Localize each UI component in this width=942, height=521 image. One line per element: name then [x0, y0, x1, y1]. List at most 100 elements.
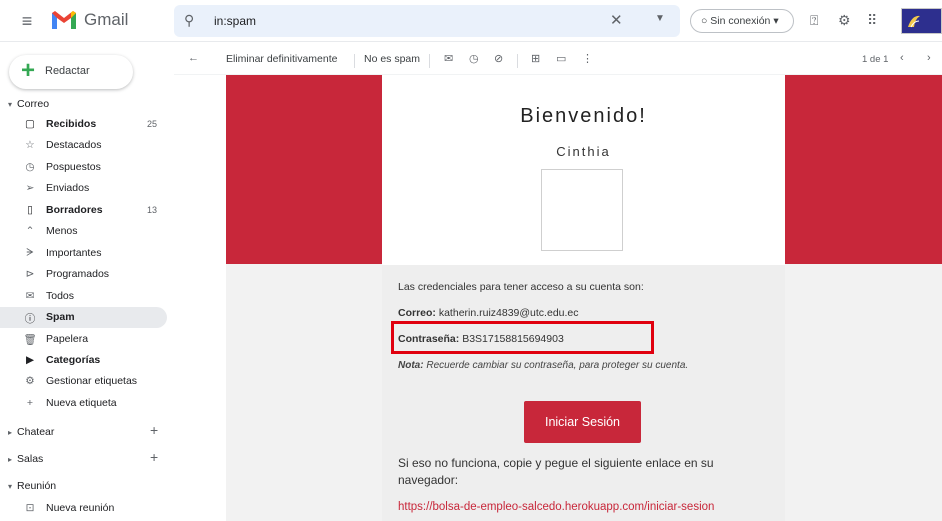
- sidebar-item-label: Importantes: [46, 247, 102, 259]
- sidebar-item-borradores[interactable]: ▯ Borradores 13: [0, 200, 167, 221]
- sidebar-item-label: Enviados: [46, 182, 90, 194]
- gear-icon: ⚙: [25, 375, 35, 387]
- rooms-section-header[interactable]: ▸ Salas: [8, 453, 43, 465]
- prev-page-icon[interactable]: ‹: [900, 52, 904, 64]
- next-page-icon[interactable]: ›: [927, 52, 931, 64]
- sidebar-item-papelera[interactable]: 🗑 Papelera: [0, 329, 167, 350]
- expand-arrow-icon: ▸: [8, 428, 13, 437]
- login-button[interactable]: Iniciar Sesión: [524, 401, 641, 443]
- sidebar-item-label: Spam: [46, 311, 75, 323]
- login-link[interactable]: https://bolsa-de-empleo-salcedo.herokuap…: [398, 501, 714, 513]
- sidebar-item-label: Categorías: [46, 354, 101, 366]
- sidebar-item-enviados[interactable]: ➢ Enviados: [0, 178, 167, 199]
- mark-unread-icon[interactable]: ✉: [444, 52, 453, 65]
- welcome-heading: Bienvenido!: [520, 105, 647, 127]
- spam-icon: ⓘ: [24, 313, 36, 325]
- add-room-icon[interactable]: +: [150, 449, 158, 465]
- sidebar-item-label: Recibidos: [46, 118, 97, 130]
- top-bar: ≡ Gmail ⚲ in:spam ✕ ▼ ○ Sin conexión ▾ ⍰…: [0, 0, 942, 42]
- sidebar-item-todos[interactable]: ✉ Todos: [0, 286, 167, 307]
- sidebar-item-recibidos[interactable]: ▢ Recibidos 25: [0, 114, 167, 135]
- expand-arrow-icon: ▸: [8, 455, 13, 464]
- header-band-right: [785, 75, 942, 264]
- sidebar-item-label: Gestionar etiquetas: [46, 375, 138, 387]
- email-credential-line: Correo: katherin.ruiz4839@utc.edu.ec: [398, 307, 579, 319]
- sidebar-item-importantes[interactable]: ᗒ Importantes: [0, 243, 167, 264]
- search-options-icon[interactable]: ▼: [655, 13, 665, 24]
- sidebar-item-spam[interactable]: ⓘ Spam: [0, 307, 167, 328]
- sidebar-item-destacados[interactable]: ☆ Destacados: [0, 135, 167, 156]
- email-label: Correo:: [398, 307, 436, 319]
- settings-gear-icon[interactable]: ⚙: [838, 12, 851, 29]
- note-label: Nota:: [398, 360, 424, 371]
- important-icon: ᗒ: [26, 247, 34, 259]
- apps-grid-icon[interactable]: ⠿: [867, 12, 877, 29]
- send-icon: ➢: [25, 182, 35, 194]
- note-text: Recuerde cambiar su contraseña, para pro…: [426, 360, 689, 371]
- move-to-icon[interactable]: ⊞: [531, 52, 540, 65]
- collapse-arrow-icon: ▾: [8, 100, 13, 109]
- add-task-icon[interactable]: ⊘: [494, 52, 503, 65]
- sidebar-item-programados[interactable]: ⊳ Programados: [0, 264, 167, 285]
- label-icon: ▶: [25, 354, 35, 366]
- help-icon[interactable]: ⍰: [810, 12, 818, 29]
- app-name[interactable]: Gmail: [84, 10, 128, 30]
- main-menu-icon[interactable]: ≡: [18, 12, 36, 30]
- mail-section-label: Correo: [17, 98, 50, 110]
- search-input[interactable]: in:spam: [214, 14, 256, 28]
- message-toolbar: ← Eliminar definitivamente No es spam ✉ …: [174, 45, 942, 75]
- gmail-logo-icon[interactable]: [51, 10, 77, 30]
- meet-section-header[interactable]: ▾ Reunión: [8, 480, 56, 492]
- sidebar-item-gestionar-etiquetas[interactable]: ⚙ Gestionar etiquetas: [0, 371, 167, 392]
- chevron-down-icon: ▾: [773, 15, 779, 27]
- video-icon: ⊡: [25, 502, 35, 514]
- label-icon[interactable]: ▭: [556, 52, 566, 65]
- collapse-arrow-icon: ▾: [8, 482, 13, 491]
- credentials-intro: Las credenciales para tener acceso a su …: [398, 281, 644, 293]
- star-icon: ☆: [25, 139, 35, 151]
- pagination-text: 1 de 1: [862, 54, 889, 65]
- sidebar-item-label: Menos: [46, 225, 78, 237]
- unread-count: 13: [147, 205, 158, 215]
- compose-button[interactable]: + Redactar: [9, 55, 133, 89]
- add-chat-icon[interactable]: +: [150, 422, 158, 438]
- back-arrow-icon[interactable]: ←: [188, 52, 199, 64]
- sidebar-item-label: Borradores: [46, 204, 103, 216]
- plus-icon: +: [26, 397, 34, 409]
- chat-section-label: Chatear: [17, 426, 55, 438]
- sidebar-item-nueva-etiqueta[interactable]: + Nueva etiqueta: [0, 393, 167, 414]
- clock-icon: ◷: [25, 161, 35, 173]
- clear-search-icon[interactable]: ✕: [610, 11, 623, 29]
- password-highlight-box: [391, 321, 654, 354]
- sidebar-item-label: Destacados: [46, 139, 102, 151]
- more-options-icon[interactable]: ⋮: [582, 52, 593, 65]
- toolbar-divider: [429, 54, 430, 68]
- snooze-clock-icon[interactable]: ◷: [469, 52, 479, 65]
- sidebar-item-menos[interactable]: ⌃ Menos: [0, 221, 167, 242]
- sidebar-item-label: Nueva etiqueta: [46, 397, 117, 409]
- email-body: Bienvenido! Cinthia Las credenciales par…: [174, 75, 942, 521]
- unread-count: 25: [147, 119, 158, 129]
- organization-logo[interactable]: [901, 8, 942, 34]
- sidebar-item-pospuestos[interactable]: ◷ Pospuestos: [0, 157, 167, 178]
- sidebar-item-categorías[interactable]: ▶ Categorías: [0, 350, 167, 371]
- not-spam-button[interactable]: No es spam: [364, 53, 420, 65]
- mail-section-header[interactable]: ▾ Correo: [8, 98, 49, 110]
- search-bar[interactable]: ⚲ in:spam ✕ ▼: [174, 5, 680, 37]
- sidebar-item-label: Papelera: [46, 333, 89, 345]
- compose-label: Redactar: [45, 65, 90, 77]
- toolbar-divider: [517, 54, 518, 68]
- status-selector[interactable]: ○ Sin conexión ▾: [690, 9, 794, 33]
- body-background-right: [785, 264, 942, 521]
- search-icon[interactable]: ⚲: [184, 12, 194, 29]
- scheduled-send-icon: ⊳: [25, 268, 35, 280]
- rooms-section-label: Salas: [17, 453, 44, 465]
- delete-forever-button[interactable]: Eliminar definitivamente: [226, 53, 337, 65]
- university-emblem-icon: [908, 15, 920, 28]
- new-meeting-item[interactable]: ⊡ Nueva reunión: [0, 498, 167, 519]
- recipient-name: Cinthia: [556, 144, 611, 159]
- status-label: Sin conexión: [710, 15, 771, 27]
- new-meeting-label: Nueva reunión: [46, 502, 115, 514]
- chat-section-header[interactable]: ▸ Chatear: [8, 426, 54, 438]
- inbox-icon: ▢: [25, 118, 35, 130]
